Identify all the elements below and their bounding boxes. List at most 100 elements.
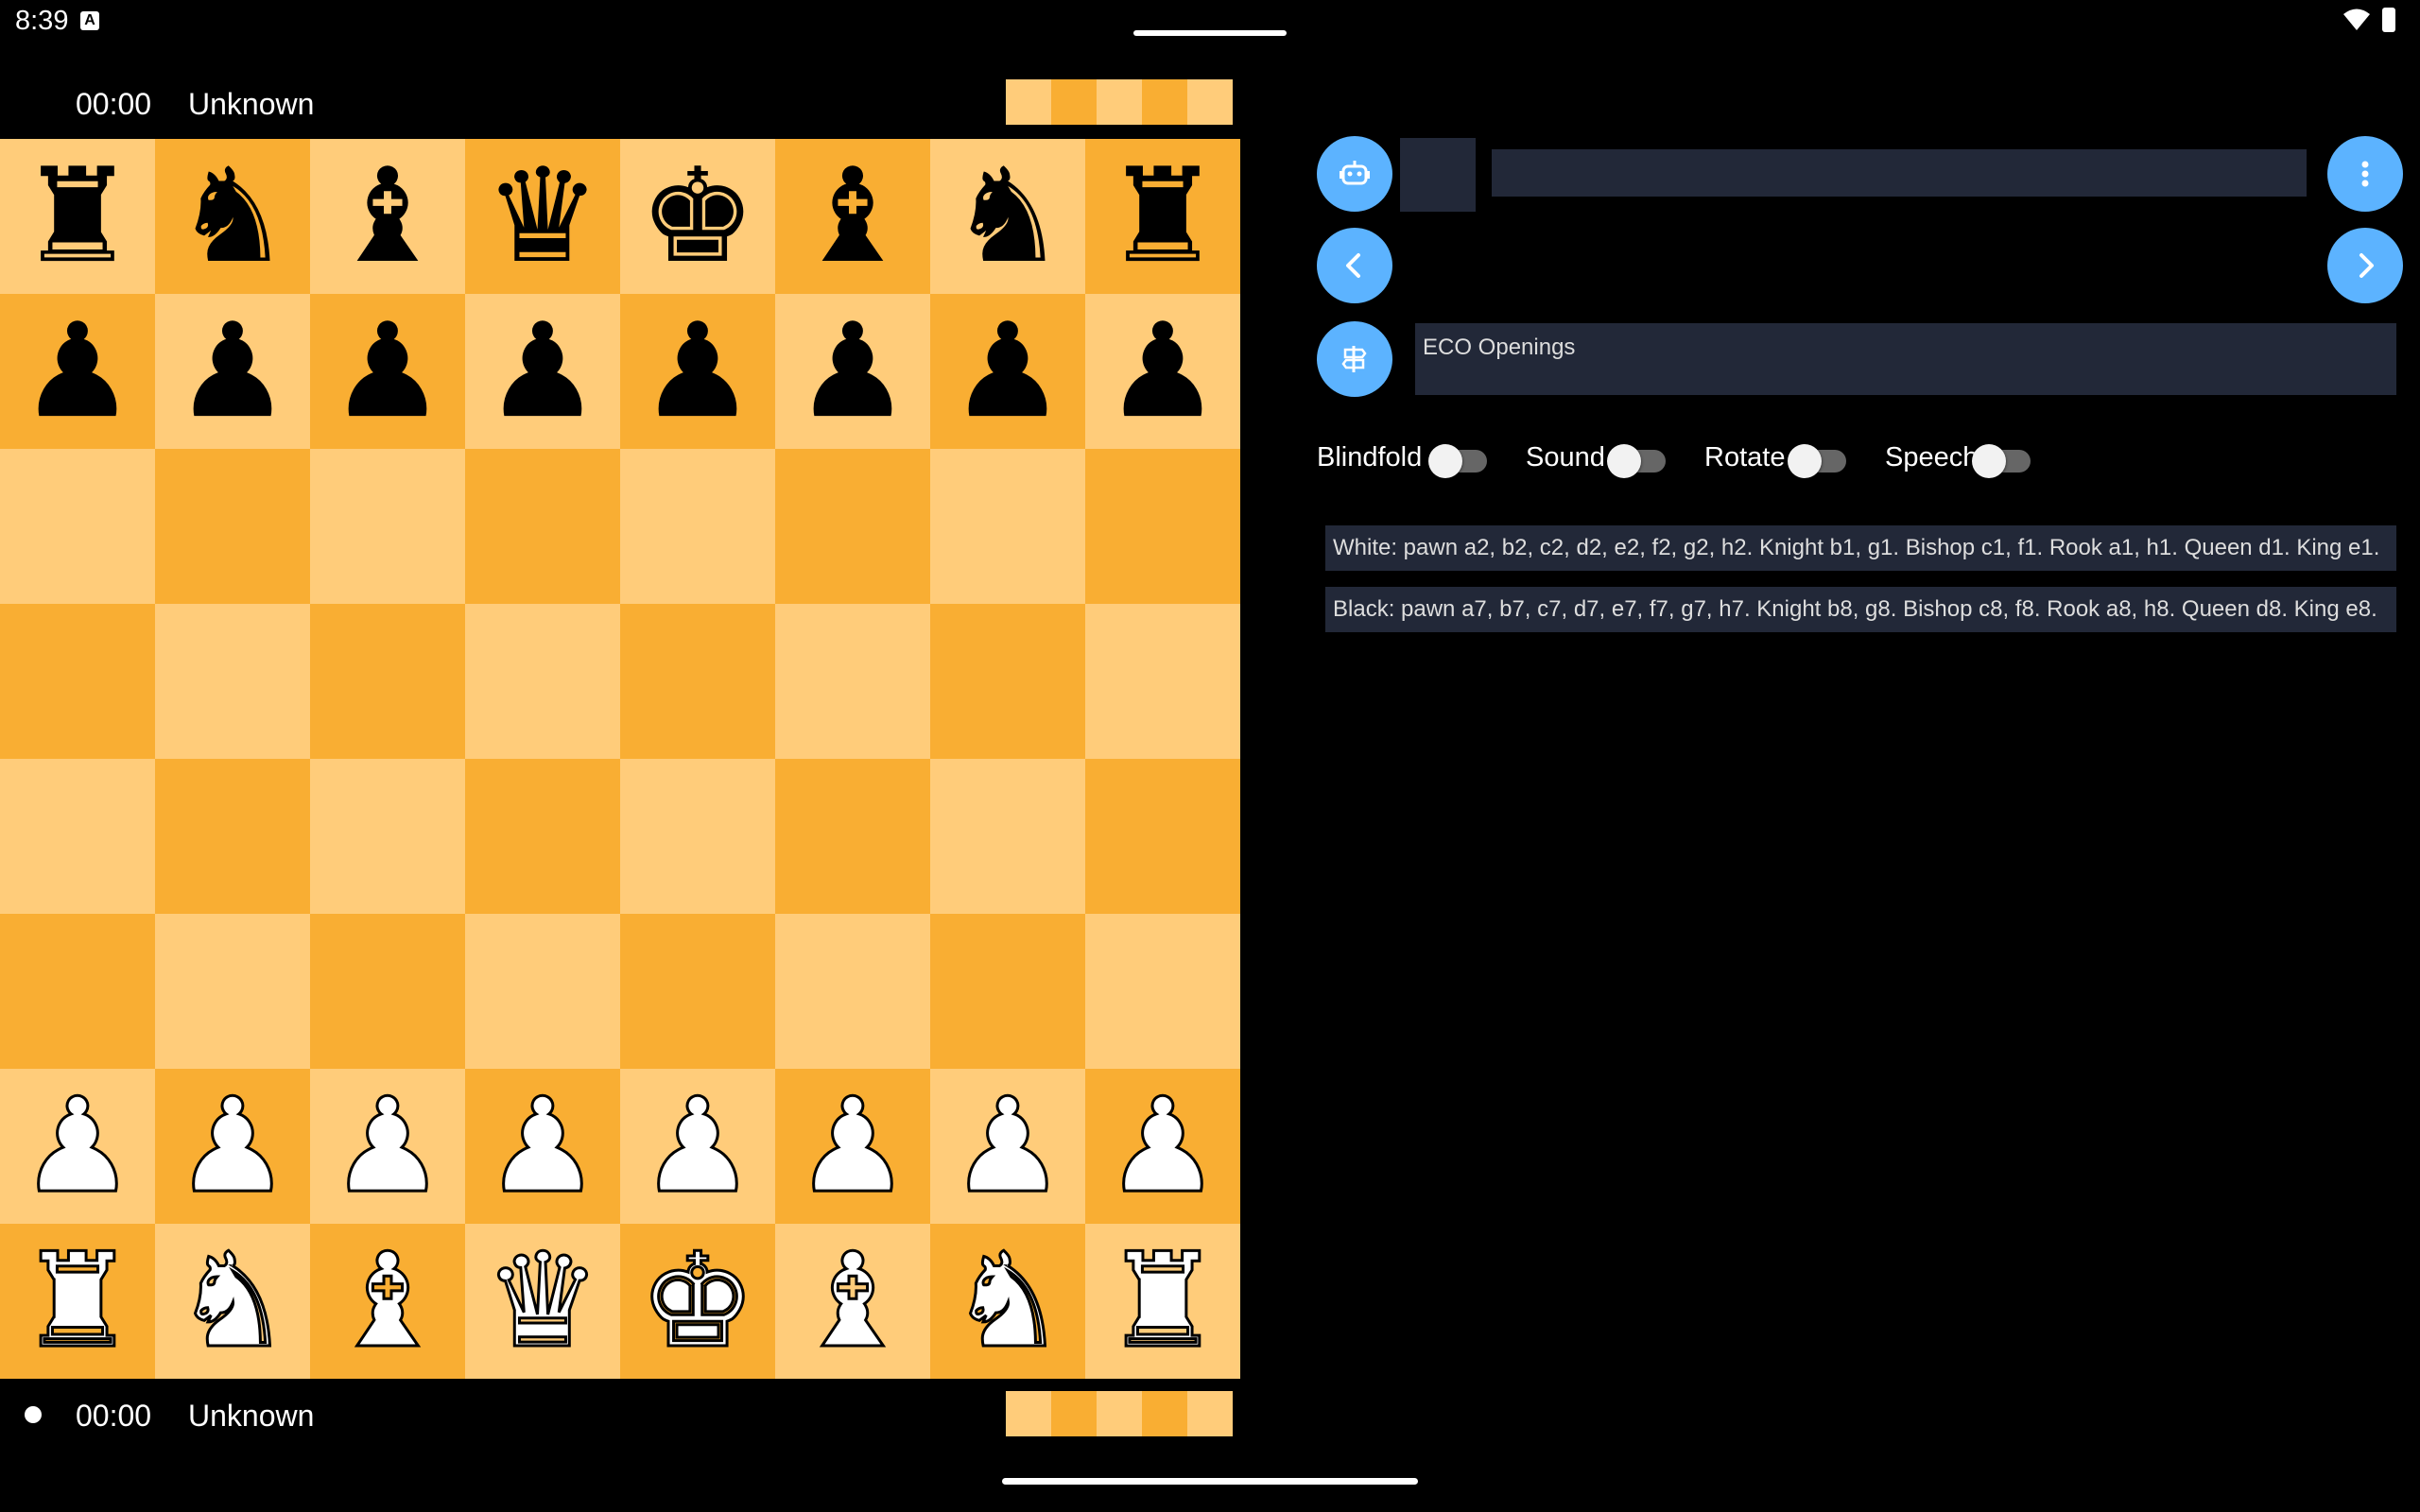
square-a6[interactable] [0,449,155,604]
white-knight-icon[interactable]: ♞ [173,1234,293,1367]
square-c8[interactable]: ♝ [310,139,465,294]
square-b3[interactable] [155,914,310,1069]
square-b7[interactable]: ♟ [155,294,310,449]
square-b1[interactable]: ♞ [155,1224,310,1379]
square-e5[interactable] [620,604,775,759]
square-h8[interactable]: ♜ [1085,139,1240,294]
square-c6[interactable] [310,449,465,604]
square-e4[interactable] [620,759,775,914]
square-d5[interactable] [465,604,620,759]
square-a1[interactable]: ♜ [0,1224,155,1379]
black-pawn-icon[interactable]: ♟ [174,306,291,437]
black-knight-icon[interactable]: ♞ [949,151,1066,282]
square-g3[interactable] [930,914,1085,1069]
square-f1[interactable]: ♝ [775,1224,930,1379]
menu-button[interactable] [2327,136,2403,212]
square-e1[interactable]: ♚ [620,1224,775,1379]
sound-switch[interactable] [1607,444,1666,478]
square-f6[interactable] [775,449,930,604]
square-h6[interactable] [1085,449,1240,604]
black-bishop-icon[interactable]: ♝ [794,151,911,282]
square-b8[interactable]: ♞ [155,139,310,294]
black-rook-icon[interactable]: ♜ [1104,151,1221,282]
black-knight-icon[interactable]: ♞ [174,151,291,282]
square-c4[interactable] [310,759,465,914]
square-h5[interactable] [1085,604,1240,759]
square-d7[interactable]: ♟ [465,294,620,449]
white-pawn-icon[interactable]: ♟ [173,1079,293,1212]
square-g2[interactable]: ♟ [930,1069,1085,1224]
white-king-icon[interactable]: ♚ [638,1234,758,1367]
square-c7[interactable]: ♟ [310,294,465,449]
square-c2[interactable]: ♟ [310,1069,465,1224]
white-queen-icon[interactable]: ♛ [483,1234,603,1367]
white-pawn-icon[interactable]: ♟ [18,1079,138,1212]
square-c3[interactable] [310,914,465,1069]
square-b2[interactable]: ♟ [155,1069,310,1224]
square-d4[interactable] [465,759,620,914]
square-f7[interactable]: ♟ [775,294,930,449]
white-knight-icon[interactable]: ♞ [948,1234,1068,1367]
white-bishop-icon[interactable]: ♝ [328,1234,448,1367]
openings-button[interactable] [1317,321,1392,397]
square-f5[interactable] [775,604,930,759]
black-pawn-icon[interactable]: ♟ [794,306,911,437]
square-b5[interactable] [155,604,310,759]
square-h7[interactable]: ♟ [1085,294,1240,449]
square-h1[interactable]: ♜ [1085,1224,1240,1379]
white-pawn-icon[interactable]: ♟ [948,1079,1068,1212]
square-c5[interactable] [310,604,465,759]
white-pawn-icon[interactable]: ♟ [638,1079,758,1212]
chess-board[interactable]: ♜ ♞ ♝ ♛ ♚ ♝ ♞ ♜ ♟ ♟ ♟ ♟ ♟ ♟ ♟ ♟ ♟ ♟ ♟ ♟ ♟ ♟ ♟ ♟ ♜ ♞ ♝ ♛ ♚ ♝ ♞ ♜ [0,139,1240,1379]
drag-handle[interactable] [1133,30,1287,36]
square-e7[interactable]: ♟ [620,294,775,449]
black-pawn-icon[interactable]: ♟ [19,306,136,437]
square-d8[interactable]: ♛ [465,139,620,294]
black-pawn-icon[interactable]: ♟ [329,306,446,437]
black-bishop-icon[interactable]: ♝ [329,151,446,282]
gesture-nav-bar[interactable] [1002,1478,1418,1485]
white-pawn-icon[interactable]: ♟ [793,1079,913,1212]
black-pawn-icon[interactable]: ♟ [639,306,756,437]
speech-switch[interactable] [1972,444,2031,478]
square-e3[interactable] [620,914,775,1069]
square-g1[interactable]: ♞ [930,1224,1085,1379]
square-b6[interactable] [155,449,310,604]
square-a5[interactable] [0,604,155,759]
square-a3[interactable] [0,914,155,1069]
square-a8[interactable]: ♜ [0,139,155,294]
square-e8[interactable]: ♚ [620,139,775,294]
square-d3[interactable] [465,914,620,1069]
square-f8[interactable]: ♝ [775,139,930,294]
square-a7[interactable]: ♟ [0,294,155,449]
white-pawn-icon[interactable]: ♟ [483,1079,603,1212]
square-e6[interactable] [620,449,775,604]
black-pawn-icon[interactable]: ♟ [949,306,1066,437]
square-f2[interactable]: ♟ [775,1069,930,1224]
square-h2[interactable]: ♟ [1085,1069,1240,1224]
white-pawn-icon[interactable]: ♟ [328,1079,448,1212]
white-bishop-icon[interactable]: ♝ [793,1234,913,1367]
square-g7[interactable]: ♟ [930,294,1085,449]
square-c1[interactable]: ♝ [310,1224,465,1379]
black-rook-icon[interactable]: ♜ [19,151,136,282]
square-h3[interactable] [1085,914,1240,1069]
square-e2[interactable]: ♟ [620,1069,775,1224]
white-pawn-icon[interactable]: ♟ [1103,1079,1223,1212]
white-rook-icon[interactable]: ♜ [18,1234,138,1367]
square-g8[interactable]: ♞ [930,139,1085,294]
square-d1[interactable]: ♛ [465,1224,620,1379]
black-queen-icon[interactable]: ♛ [484,151,601,282]
white-rook-icon[interactable]: ♜ [1103,1234,1223,1367]
blindfold-switch[interactable] [1428,444,1487,478]
square-g6[interactable] [930,449,1085,604]
next-move-button[interactable] [2327,228,2403,303]
prev-move-button[interactable] [1317,228,1392,303]
engine-button[interactable] [1317,136,1392,212]
black-king-icon[interactable]: ♚ [639,151,756,282]
square-b4[interactable] [155,759,310,914]
square-f4[interactable] [775,759,930,914]
black-pawn-icon[interactable]: ♟ [1104,306,1221,437]
square-a2[interactable]: ♟ [0,1069,155,1224]
square-d6[interactable] [465,449,620,604]
